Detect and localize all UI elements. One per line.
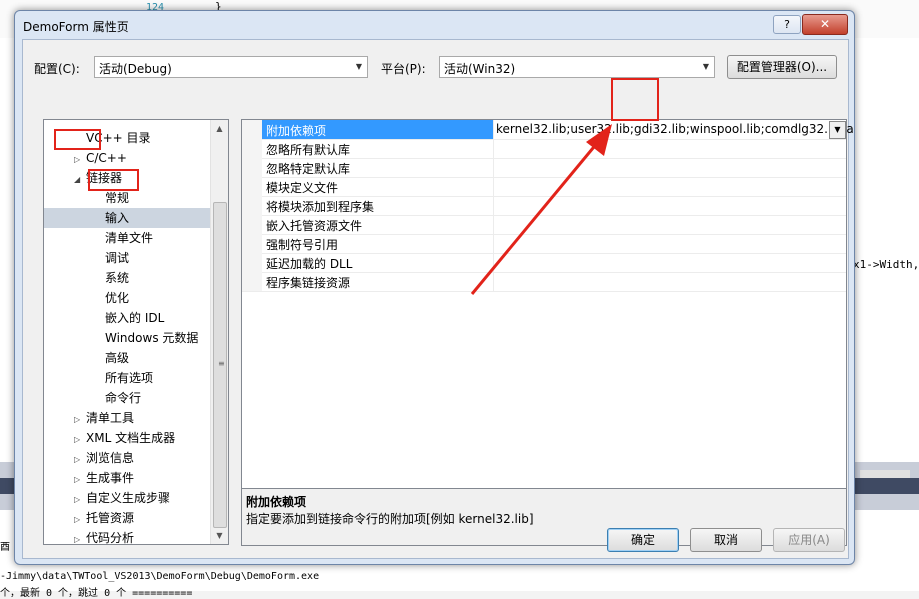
- arrow-shaft: [470, 141, 600, 295]
- annotation-arrow: [470, 124, 612, 295]
